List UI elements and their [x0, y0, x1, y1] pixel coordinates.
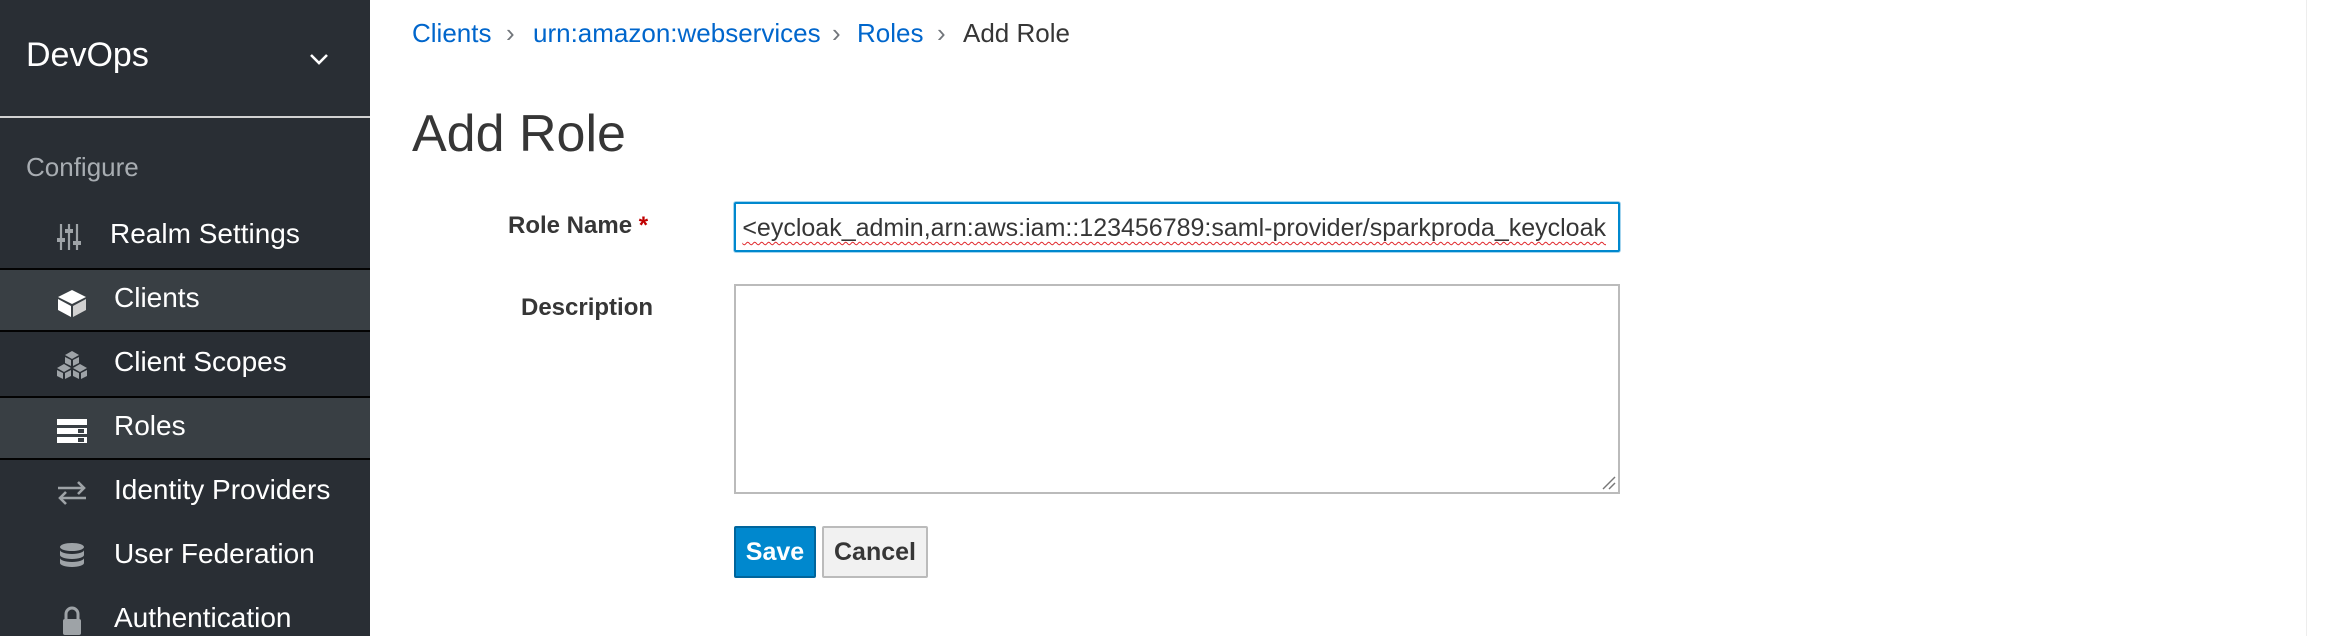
breadcrumb-roles-link[interactable]: Roles	[857, 18, 923, 49]
save-button[interactable]: Save	[734, 526, 816, 578]
description-textarea[interactable]	[734, 284, 1620, 494]
cubes-icon	[57, 351, 87, 379]
chevron-down-icon	[310, 54, 328, 65]
sidebar-item-user-federation[interactable]: User Federation	[0, 524, 370, 588]
lock-icon	[63, 606, 81, 635]
roles-icon	[57, 419, 87, 443]
role-name-label-text: Role Name	[508, 212, 633, 239]
required-marker: *	[638, 212, 649, 239]
sidebar-item-label: Roles	[114, 410, 186, 441]
sidebar-item-label: Authentication	[114, 602, 292, 633]
resize-grip-icon[interactable]	[1600, 474, 1616, 490]
cube-icon	[58, 290, 86, 317]
role-name-input[interactable]: <eycloak_admin,arn:aws:iam::123456789:sa…	[734, 202, 1620, 252]
sidebar-item-label: Identity Providers	[114, 474, 331, 505]
breadcrumb-client-link[interactable]: urn:amazon:webservices	[533, 18, 821, 49]
sidebar-item-authentication[interactable]: Authentication	[0, 588, 370, 636]
breadcrumb-current: Add Role	[963, 18, 1070, 48]
description-label: Description	[521, 294, 654, 321]
sidebar-item-identity-providers[interactable]: Identity Providers	[0, 460, 370, 524]
breadcrumb-clients-link[interactable]: Clients	[412, 18, 491, 49]
page-title: Add Role	[412, 105, 626, 163]
sidebar-item-roles[interactable]: Roles	[0, 396, 370, 460]
realm-name: DevOps	[26, 36, 149, 74]
sidebar-item-label: Client Scopes	[114, 346, 287, 377]
exchange-icon	[58, 481, 86, 505]
page-scrollbar[interactable]	[2306, 0, 2328, 636]
role-name-input-value: <eycloak_admin,arn:aws:iam::123456789:sa…	[742, 214, 1606, 242]
sidebar-item-label: Realm Settings	[110, 218, 300, 249]
cancel-button[interactable]: Cancel	[822, 526, 928, 578]
sidebar-item-realm-settings[interactable]: Realm Settings	[0, 204, 370, 268]
sidebar-item-label: Clients	[114, 282, 200, 313]
breadcrumb-separator: ›	[937, 18, 946, 48]
breadcrumb-separator: ›	[832, 18, 841, 48]
sidebar-section-configure: Configure	[26, 152, 139, 182]
sidebar-item-clients[interactable]: Clients	[0, 268, 370, 332]
sidebar-item-client-scopes[interactable]: Client Scopes	[0, 332, 370, 396]
database-icon	[60, 543, 84, 567]
role-name-label: Role Name *	[508, 212, 648, 240]
sliders-icon	[57, 224, 81, 250]
realm-selector[interactable]: DevOps	[0, 0, 370, 118]
sidebar-item-label: User Federation	[114, 538, 315, 569]
sidebar: DevOps Configure Realm Settings Clients	[0, 0, 370, 636]
scrollbar-thumb[interactable]	[2313, 0, 2323, 636]
breadcrumb-separator: ›	[506, 18, 515, 48]
